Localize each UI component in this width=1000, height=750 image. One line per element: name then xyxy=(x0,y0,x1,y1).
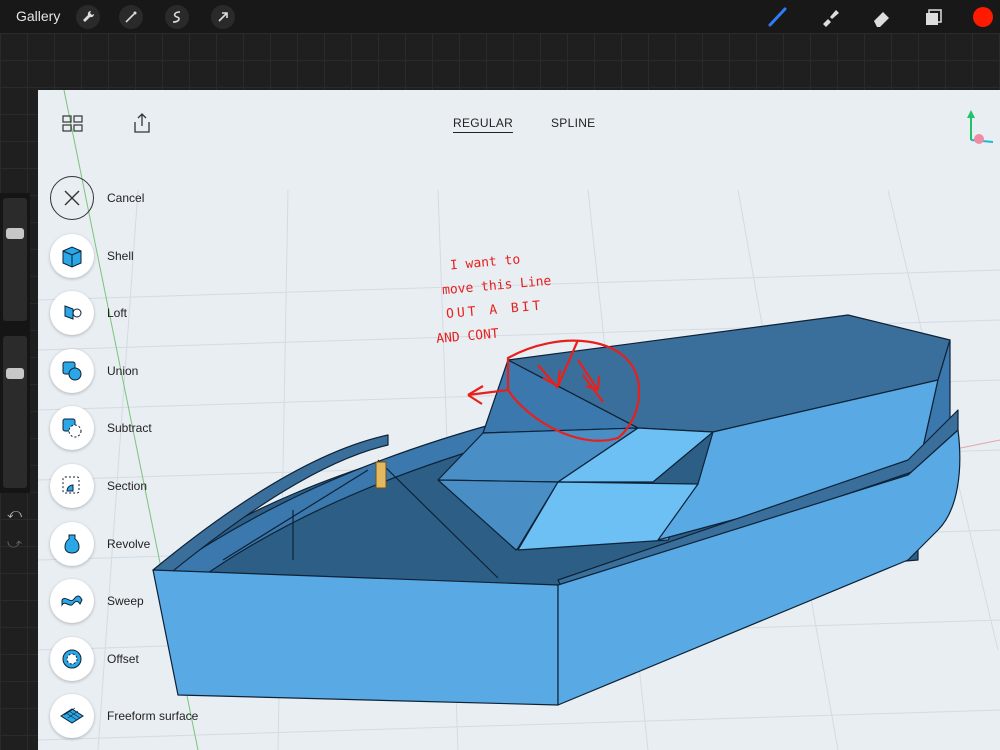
menu-label: Union xyxy=(107,364,139,378)
section-button[interactable]: Section xyxy=(50,462,147,510)
section-icon xyxy=(50,464,94,508)
sweep-button[interactable]: Sweep xyxy=(50,577,144,625)
menu-label: Section xyxy=(107,479,148,493)
freeform-surface-icon xyxy=(50,694,94,738)
cad-canvas[interactable]: I want to move this Line OUT A BIT AND C… xyxy=(38,90,1000,750)
transform-gizmo[interactable] xyxy=(375,461,387,489)
brush-size-knob[interactable] xyxy=(6,228,24,239)
magic-wand-icon[interactable] xyxy=(119,5,143,29)
transform-arrow-icon[interactable] xyxy=(211,5,235,29)
wrench-icon[interactable] xyxy=(76,5,100,29)
loft-icon xyxy=(50,291,94,335)
viewport-3d[interactable] xyxy=(38,90,1000,750)
shell-icon xyxy=(50,234,94,278)
menu-label: Freeform surface xyxy=(107,709,199,723)
top-toolbar: Gallery xyxy=(0,0,1000,33)
tab-regular[interactable]: REGULAR xyxy=(453,116,514,133)
opacity-knob[interactable] xyxy=(6,368,24,379)
subtract-button[interactable]: Subtract xyxy=(50,404,152,452)
shell-button[interactable]: Shell xyxy=(50,232,134,280)
subtract-icon xyxy=(50,406,94,450)
layers-icon[interactable] xyxy=(921,5,945,29)
brush-icon[interactable] xyxy=(766,5,790,29)
menu-label: Shell xyxy=(107,249,134,263)
loft-button[interactable]: Loft xyxy=(50,289,127,337)
menu-label: Offset xyxy=(107,652,139,666)
undo-icon[interactable]: ⤺ xyxy=(7,505,22,522)
selection-icon[interactable] xyxy=(165,5,189,29)
eraser-icon[interactable] xyxy=(870,5,894,29)
redo-icon[interactable]: ⤻ xyxy=(7,535,22,552)
offset-button[interactable]: Offset xyxy=(50,635,139,683)
menu-label: Loft xyxy=(107,306,128,320)
revolve-icon xyxy=(50,522,94,566)
color-swatch[interactable] xyxy=(971,5,995,29)
handwritten-note: I want to move this Line OUT A BIT AND C… xyxy=(436,246,557,350)
sweep-icon xyxy=(50,579,94,623)
smudge-icon[interactable] xyxy=(818,5,842,29)
share-icon[interactable] xyxy=(131,112,153,139)
menu-label: Subtract xyxy=(107,421,152,435)
close-icon xyxy=(50,176,94,220)
brush-size-slider[interactable] xyxy=(3,198,27,321)
union-icon xyxy=(50,349,94,393)
offset-icon xyxy=(50,637,94,681)
union-button[interactable]: Union xyxy=(50,347,138,395)
tab-spline[interactable]: SPLINE xyxy=(551,116,596,130)
opacity-slider[interactable] xyxy=(3,336,27,488)
menu-label: Revolve xyxy=(107,537,151,551)
gallery-button[interactable]: Gallery xyxy=(16,8,60,24)
menu-label: Sweep xyxy=(107,594,144,608)
menu-label: Cancel xyxy=(107,191,145,205)
grid-menu-icon[interactable] xyxy=(62,115,84,138)
axis-gizmo[interactable] xyxy=(967,110,994,144)
side-slider-panel xyxy=(0,193,30,493)
revolve-button[interactable]: Revolve xyxy=(50,520,150,568)
freeform-surface-button[interactable]: Freeform surface xyxy=(50,692,198,740)
boat-model[interactable] xyxy=(152,314,961,706)
cancel-button[interactable]: Cancel xyxy=(50,174,144,222)
